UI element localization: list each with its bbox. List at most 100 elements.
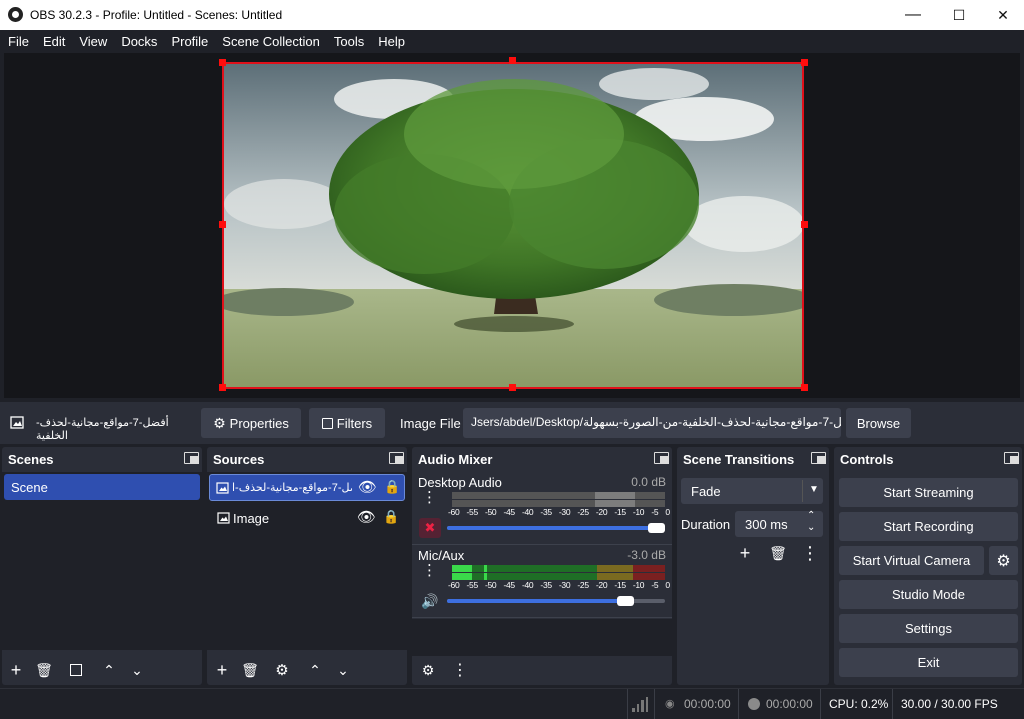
trash-icon: 🗑 bbox=[35, 661, 53, 678]
minimize-button[interactable]: — bbox=[890, 0, 936, 30]
menu-tools[interactable]: Tools bbox=[334, 34, 371, 49]
rotate-handle[interactable] bbox=[509, 57, 516, 64]
divider bbox=[627, 689, 628, 719]
mixer-menu-button[interactable]: ⋮ bbox=[448, 658, 472, 682]
transition-select[interactable]: Fade ▼ bbox=[681, 478, 823, 504]
resize-handle-s[interactable] bbox=[509, 384, 516, 391]
menu-edit[interactable]: Edit bbox=[43, 34, 72, 49]
scale-label: -45 bbox=[503, 507, 515, 517]
resize-handle-sw[interactable] bbox=[219, 384, 226, 391]
sources-dock: Sources أفضل-7-مواقع-مجانية-لحذف-ا 👁 🔒 I… bbox=[207, 447, 407, 685]
filters-icon bbox=[70, 664, 82, 676]
audio-mixer-dock: Audio Mixer Desktop Audio 0.0 dB ⋮ -60 -5… bbox=[412, 447, 672, 685]
virtual-camera-settings-button[interactable]: ⚙ bbox=[989, 546, 1018, 575]
scale-label: -20 bbox=[595, 507, 608, 517]
volume-knob[interactable] bbox=[617, 596, 635, 606]
menu-docks[interactable]: Docks bbox=[121, 34, 164, 49]
undock-icon[interactable] bbox=[1004, 452, 1019, 464]
undock-icon[interactable] bbox=[654, 452, 669, 464]
scale-label: -60 bbox=[448, 580, 460, 590]
audio-meter bbox=[452, 492, 665, 499]
channel-menu-icon[interactable]: ⋮ bbox=[422, 563, 437, 578]
muted-speaker-icon[interactable]: ✖ bbox=[419, 518, 441, 538]
filters-button[interactable]: Filters bbox=[309, 408, 385, 438]
eye-icon[interactable]: 👁 bbox=[357, 508, 376, 526]
scene-item[interactable]: Scene bbox=[4, 474, 200, 500]
move-scene-down-button[interactable]: ⌄ bbox=[125, 658, 149, 682]
image-file-path[interactable]: Jsers/abdel/Desktop/أفضل-7-مواقع-مجانية-… bbox=[463, 408, 841, 438]
selected-source-name: أفضل-7-مواقع-مجانية-لحذف-الخلفية bbox=[36, 417, 169, 442]
plus-icon: + bbox=[10, 659, 22, 680]
scale-label: -60 bbox=[448, 507, 460, 517]
exit-button[interactable]: Exit bbox=[839, 648, 1018, 677]
properties-button[interactable]: ⚙ Properties bbox=[201, 408, 301, 438]
menu-file[interactable]: File bbox=[8, 34, 36, 49]
source-item[interactable]: أفضل-7-مواقع-مجانية-لحذف-ا 👁 🔒 bbox=[209, 474, 405, 501]
fps-readout: 30.00 / 30.00 FPS bbox=[901, 697, 998, 711]
chevron-up-icon: ⌃ bbox=[309, 661, 321, 678]
duration-label: Duration bbox=[681, 517, 731, 532]
menu-profile[interactable]: Profile bbox=[171, 34, 215, 49]
volume-slider[interactable] bbox=[447, 526, 665, 530]
meter-scale: -60 -55 -50 -45 -40 -35 -30 -25 -20 -15 -10 -5 0 bbox=[448, 580, 670, 590]
undock-icon[interactable] bbox=[811, 452, 826, 464]
menu-help[interactable]: Help bbox=[378, 34, 412, 49]
remove-scene-button[interactable]: 🗑 bbox=[32, 658, 56, 682]
lock-icon[interactable]: 🔒 bbox=[384, 479, 400, 495]
browse-button[interactable]: Browse bbox=[846, 408, 911, 438]
source-item[interactable]: Image 👁 🔒 bbox=[209, 505, 405, 532]
undock-icon[interactable] bbox=[184, 452, 199, 464]
add-transition-button[interactable]: + bbox=[733, 541, 757, 565]
close-button[interactable]: ✕ bbox=[980, 0, 1024, 30]
title-bar: OBS 30.2.3 - Profile: Untitled - Scenes:… bbox=[0, 0, 1024, 30]
volume-knob[interactable] bbox=[648, 523, 665, 533]
resize-handle-se[interactable] bbox=[801, 384, 808, 391]
undock-icon[interactable] bbox=[389, 452, 404, 464]
move-source-up-button[interactable]: ⌃ bbox=[303, 658, 327, 682]
eye-icon[interactable]: 👁 bbox=[358, 478, 377, 496]
gear-icon: ⚙ bbox=[996, 552, 1011, 570]
divider bbox=[412, 544, 672, 545]
duration-spinbox[interactable]: 300 ms ⌃ ⌄ bbox=[735, 510, 823, 537]
add-source-button[interactable]: + bbox=[210, 658, 234, 682]
divider bbox=[892, 689, 893, 719]
scale-label: -50 bbox=[484, 507, 497, 517]
move-source-down-button[interactable]: ⌄ bbox=[331, 658, 355, 682]
resize-handle-w[interactable] bbox=[219, 221, 226, 228]
studio-mode-button[interactable]: Studio Mode bbox=[839, 580, 1018, 609]
scale-label: -10 bbox=[632, 507, 645, 517]
channel-menu-icon[interactable]: ⋮ bbox=[422, 490, 437, 505]
menu-scene-collection[interactable]: Scene Collection bbox=[222, 34, 327, 49]
advanced-audio-button[interactable]: ⚙ bbox=[416, 658, 440, 682]
speaker-icon[interactable]: 🔊 bbox=[419, 591, 441, 611]
resize-handle-ne[interactable] bbox=[801, 59, 808, 66]
move-scene-up-button[interactable]: ⌃ bbox=[97, 658, 121, 682]
source-properties-button[interactable]: ⚙ bbox=[270, 658, 294, 682]
scene-filters-button[interactable] bbox=[64, 658, 88, 682]
scenes-list: Scene bbox=[2, 472, 202, 650]
scale-label: -5 bbox=[651, 580, 659, 590]
start-virtual-camera-button[interactable]: Start Virtual Camera bbox=[839, 546, 984, 575]
spin-down-icon[interactable]: ⌄ bbox=[807, 522, 815, 533]
plus-icon: + bbox=[216, 659, 228, 680]
lock-icon[interactable]: 🔒 bbox=[383, 509, 399, 525]
add-scene-button[interactable]: + bbox=[4, 658, 28, 682]
transition-menu-button[interactable]: ⋮ bbox=[798, 541, 822, 565]
start-streaming-button[interactable]: Start Streaming bbox=[839, 478, 1018, 507]
gear-icon: ⚙ bbox=[213, 414, 226, 431]
maximize-button[interactable]: ☐ bbox=[936, 0, 982, 30]
start-recording-button[interactable]: Start Recording bbox=[839, 512, 1018, 541]
scale-label: -50 bbox=[484, 580, 497, 590]
resize-handle-e[interactable] bbox=[801, 221, 808, 228]
remove-source-button[interactable]: 🗑 bbox=[238, 658, 262, 682]
resize-handle-nw[interactable] bbox=[219, 59, 226, 66]
record-time: 00:00:00 bbox=[766, 697, 813, 711]
scene-transitions-dock: Scene Transitions Fade ▼ Duration 300 ms… bbox=[677, 447, 829, 685]
scenes-dock: Scenes Scene + 🗑 ⌃ ⌄ bbox=[2, 447, 202, 685]
menu-view[interactable]: View bbox=[79, 34, 114, 49]
controls-title: Controls bbox=[840, 452, 894, 467]
tree-image-source[interactable] bbox=[222, 62, 804, 389]
settings-button[interactable]: Settings bbox=[839, 614, 1018, 643]
remove-transition-button[interactable]: 🗑 bbox=[766, 541, 790, 565]
spin-up-icon[interactable]: ⌃ bbox=[807, 510, 815, 521]
